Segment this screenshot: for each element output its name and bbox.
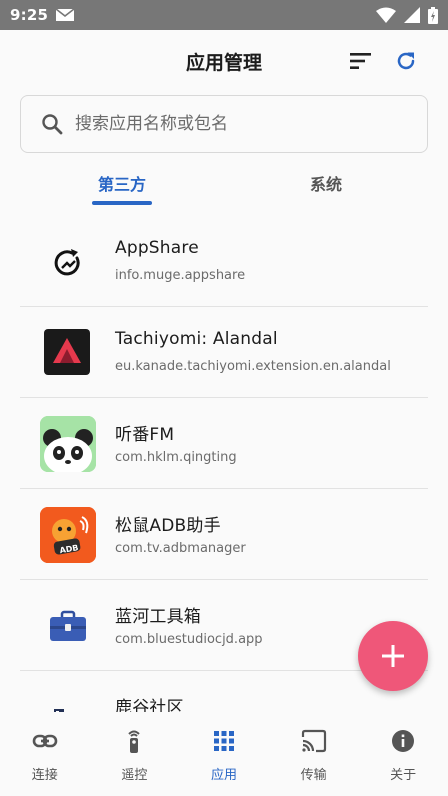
add-fab-button[interactable]	[358, 621, 428, 691]
tab-third-party[interactable]: 第三方	[70, 160, 174, 206]
sort-icon[interactable]	[350, 52, 372, 70]
wifi-icon	[376, 7, 396, 23]
nav-item-transfer[interactable]: 传输	[269, 712, 359, 796]
tab-system[interactable]: 系统	[272, 160, 380, 206]
nav-item-connect[interactable]: 连接	[0, 712, 90, 796]
tab-indicator	[92, 201, 152, 205]
search-icon	[42, 114, 63, 135]
page-title: 应用管理	[185, 51, 262, 74]
toolbox-app-icon	[40, 598, 96, 654]
status-time: 9:25	[10, 6, 49, 24]
app-name: 听番FM	[115, 425, 175, 445]
status-bar: 9:25	[0, 0, 448, 30]
app-package: com.hklm.qingting	[115, 450, 237, 465]
nav-label: 遥控	[121, 768, 148, 783]
app-bar: 应用管理	[0, 30, 448, 92]
search-input[interactable]	[75, 114, 395, 134]
cast-icon	[301, 729, 326, 753]
app-name: Tachiyomi: Alandal	[115, 329, 278, 349]
link-icon	[32, 734, 58, 748]
app-name: AppShare	[115, 238, 199, 258]
app-package: com.bluestudiocjd.app	[115, 632, 263, 647]
app-name: 蓝河工具箱	[115, 607, 201, 627]
app-package: eu.kanade.tachiyomi.extension.en.alandal	[115, 359, 391, 374]
nav-label: 关于	[390, 768, 417, 783]
search-box[interactable]	[20, 95, 428, 153]
refresh-icon[interactable]	[394, 49, 418, 73]
tab-bar: 第三方 系统	[0, 160, 448, 206]
nav-item-apps[interactable]: 应用	[179, 712, 269, 796]
remote-icon	[128, 730, 141, 753]
nav-item-about[interactable]: 关于	[358, 712, 448, 796]
tachiyomi-app-icon	[44, 329, 90, 375]
app-package: info.muge.appshare	[115, 268, 246, 283]
app-name: 松鼠ADB助手	[115, 516, 221, 536]
appshare-app-icon	[40, 234, 96, 290]
battery-icon	[428, 6, 438, 24]
list-item-appshare[interactable]: AppShare info.muge.appshare	[0, 216, 448, 307]
lugu-app-icon	[40, 689, 96, 712]
list-item-tachiyomi[interactable]: Tachiyomi: Alandal eu.kanade.tachiyomi.e…	[0, 307, 448, 398]
list-item-squirrel-adb[interactable]: ADB 松鼠ADB助手 com.tv.adbmanager	[0, 489, 448, 580]
nav-label: 应用	[210, 768, 237, 783]
nav-item-remote[interactable]: 遥控	[90, 712, 180, 796]
mail-icon	[56, 9, 75, 21]
apps-grid-icon	[213, 731, 234, 751]
nav-label: 连接	[31, 768, 58, 783]
nav-label: 传输	[300, 768, 327, 783]
list-item-tingfan[interactable]: 听番FM com.hklm.qingting	[0, 398, 448, 489]
plus-icon	[382, 645, 404, 667]
bottom-navigation: 连接 遥控 应用 传输 关于	[0, 712, 448, 796]
info-icon	[392, 730, 415, 752]
signal-icon	[404, 7, 420, 23]
panda-app-icon	[40, 416, 96, 472]
squirrel-app-icon: ADB	[40, 507, 96, 563]
app-name: 鹿谷社区	[115, 698, 184, 712]
app-package: com.tv.adbmanager	[115, 541, 246, 556]
